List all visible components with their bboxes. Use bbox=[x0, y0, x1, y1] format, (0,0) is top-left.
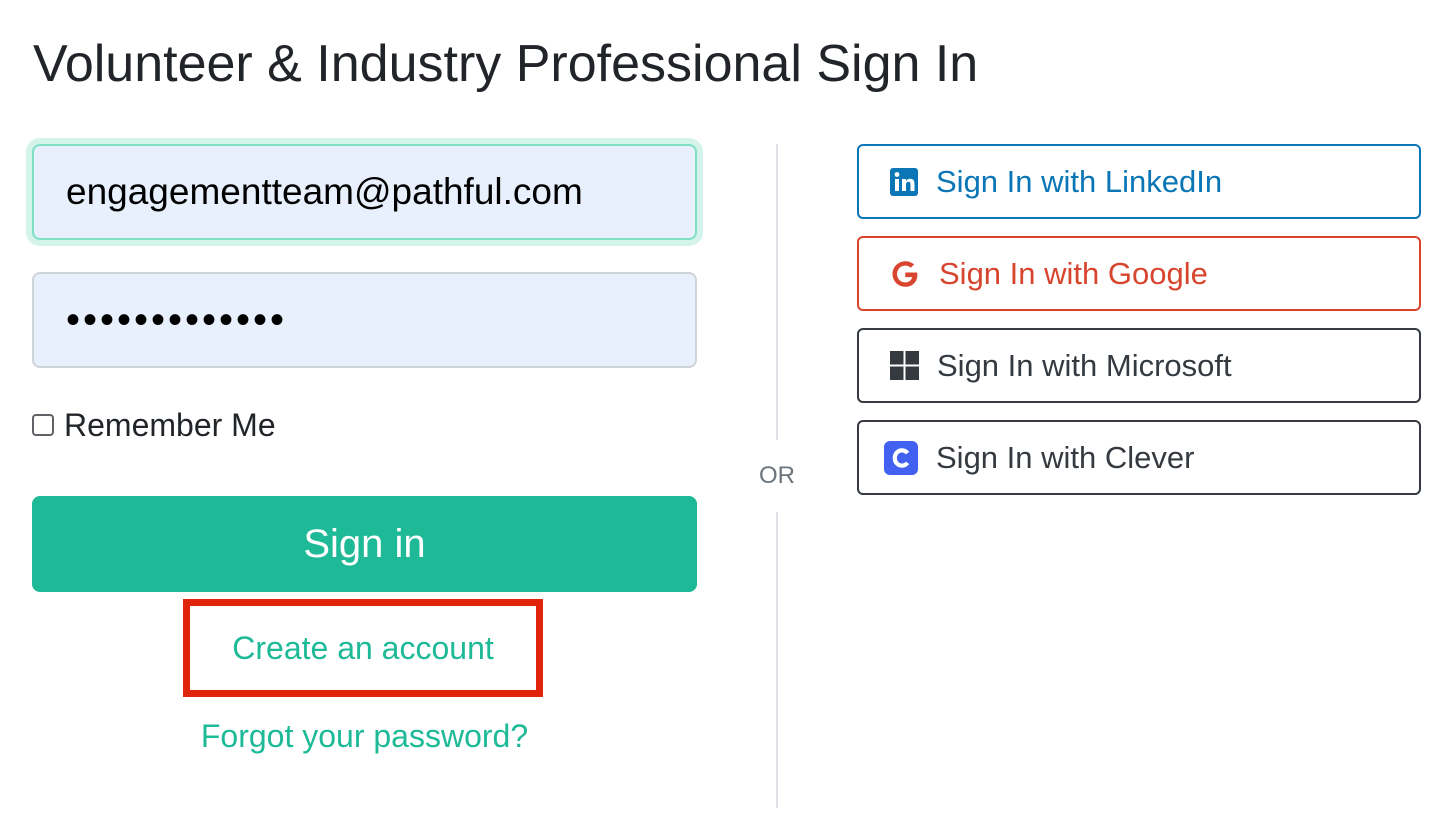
forgot-password-link[interactable]: Forgot your password? bbox=[201, 718, 528, 754]
clever-signin-button[interactable]: Sign In with Clever bbox=[857, 420, 1421, 495]
microsoft-signin-label: Sign In with Microsoft bbox=[937, 347, 1232, 383]
email-field[interactable] bbox=[32, 144, 697, 240]
clever-icon bbox=[884, 440, 918, 475]
linkedin-signin-label: Sign In with LinkedIn bbox=[936, 163, 1223, 199]
google-signin-label: Sign In with Google bbox=[939, 255, 1208, 291]
password-value: ••••••••••••• bbox=[66, 297, 288, 342]
forgot-password-container: Forgot your password? bbox=[32, 718, 697, 755]
microsoft-icon bbox=[890, 351, 919, 380]
microsoft-signin-button[interactable]: Sign In with Microsoft bbox=[857, 328, 1421, 403]
page-title: Volunteer & Industry Professional Sign I… bbox=[33, 35, 979, 93]
create-account-link[interactable]: Create an account bbox=[232, 630, 494, 667]
clever-signin-label: Sign In with Clever bbox=[936, 439, 1195, 475]
password-field[interactable]: ••••••••••••• bbox=[32, 272, 697, 368]
or-divider-label: OR bbox=[759, 462, 795, 489]
linkedin-icon bbox=[890, 167, 918, 196]
create-account-highlight: Create an account bbox=[183, 599, 543, 697]
google-icon bbox=[889, 258, 921, 290]
sign-in-button[interactable]: Sign in bbox=[32, 496, 697, 592]
divider-line-top bbox=[776, 144, 778, 440]
remember-me[interactable]: Remember Me bbox=[32, 404, 276, 446]
remember-me-label: Remember Me bbox=[64, 406, 276, 443]
remember-me-checkbox[interactable] bbox=[32, 414, 54, 436]
google-signin-button[interactable]: Sign In with Google bbox=[857, 236, 1421, 311]
divider-line-bottom bbox=[776, 512, 778, 808]
linkedin-signin-button[interactable]: Sign In with LinkedIn bbox=[857, 144, 1421, 219]
